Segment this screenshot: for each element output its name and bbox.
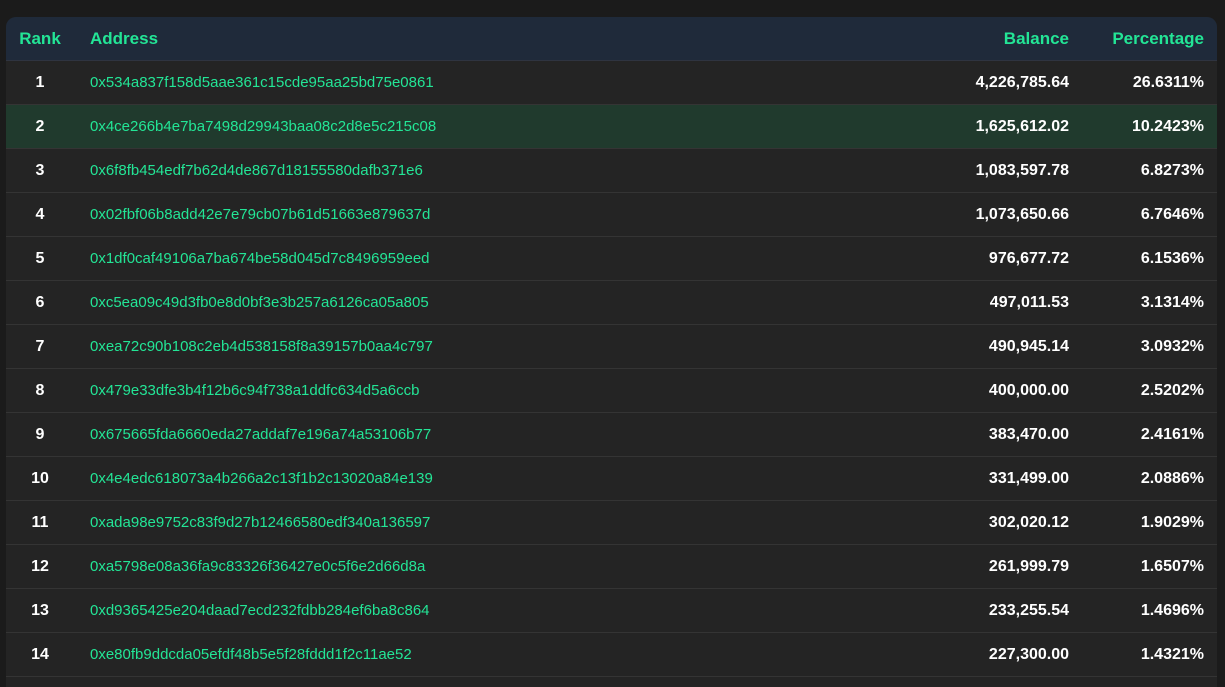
row-balance: 331,499.00: [988, 469, 1069, 487]
table-row: 10 0x4e4edc618073a4b266a2c13f1b2c13020a8…: [6, 457, 1217, 501]
table-row-highlighted: 2 0x4ce266b4e7ba7498d29943baa08c2d8e5c21…: [6, 105, 1217, 149]
header-balance[interactable]: Balance: [869, 29, 1069, 49]
table-row: 12 0xa5798e08a36fa9c83326f36427e0c5f6e2d…: [6, 545, 1217, 589]
row-address-link[interactable]: 0x02fbf06b8add42e7e79cb07b61d51663e87963…: [74, 206, 869, 223]
row-percentage: 1.4321%: [1140, 645, 1204, 663]
row-address-link[interactable]: 0x4ce266b4e7ba7498d29943baa08c2d8e5c215c…: [74, 118, 869, 135]
row-address-link[interactable]: 0x1df0caf49106a7ba674be58d045d7c8496959e…: [74, 250, 869, 267]
row-balance: 1,625,612.02: [975, 117, 1069, 135]
row-percentage: 3.1314%: [1140, 293, 1204, 311]
row-address-link[interactable]: 0xe80fb9ddcda05efdf48b5e5f28fddd1f2c11ae…: [74, 646, 869, 663]
row-rank: 9: [35, 425, 45, 443]
row-percentage: 26.6311%: [1132, 73, 1204, 91]
table-row: 5 0x1df0caf49106a7ba674be58d045d7c849695…: [6, 237, 1217, 281]
row-address-link[interactable]: 0xd9365425e204daad7ecd232fdbb284ef6ba8c8…: [74, 602, 869, 619]
table-row: 6 0xc5ea09c49d3fb0e8d0bf3e3b257a6126ca05…: [6, 281, 1217, 325]
row-percentage: 6.8273%: [1140, 161, 1204, 179]
row-rank: 6: [35, 293, 45, 311]
table-row: 11 0xada98e9752c83f9d27b12466580edf340a1…: [6, 501, 1217, 545]
row-percentage: 2.5202%: [1140, 381, 1204, 399]
row-rank: 3: [35, 161, 45, 179]
holders-table: Rank Address Balance Percentage 1 0x534a…: [6, 17, 1217, 687]
table-row: 14 0xe80fb9ddcda05efdf48b5e5f28fddd1f2c1…: [6, 633, 1217, 677]
row-rank: 12: [31, 557, 49, 575]
table-row: 4 0x02fbf06b8add42e7e79cb07b61d51663e879…: [6, 193, 1217, 237]
row-balance: 976,677.72: [988, 249, 1069, 267]
header-address[interactable]: Address: [74, 29, 869, 49]
header-percentage[interactable]: Percentage: [1069, 29, 1217, 49]
table-row: 1 0x534a837f158d5aae361c15cde95aa25bd75e…: [6, 61, 1217, 105]
row-rank: 5: [35, 249, 45, 267]
row-address-link[interactable]: 0xea72c90b108c2eb4d538158f8a39157b0aa4c7…: [74, 338, 869, 355]
row-balance: 383,470.00: [988, 425, 1069, 443]
row-rank: 14: [31, 645, 49, 663]
row-rank: 13: [31, 601, 49, 619]
row-percentage: 1.4696%: [1140, 601, 1204, 619]
table-row: 9 0x675665fda6660eda27addaf7e196a74a5310…: [6, 413, 1217, 457]
row-rank: 8: [35, 381, 45, 399]
row-address-link[interactable]: 0x675665fda6660eda27addaf7e196a74a53106b…: [74, 426, 869, 443]
row-percentage: 10.2423%: [1131, 117, 1204, 135]
row-address-link[interactable]: 0x479e33dfe3b4f12b6c94f738a1ddfc634d5a6c…: [74, 382, 869, 399]
row-address-link[interactable]: 0x534a837f158d5aae361c15cde95aa25bd75e08…: [74, 74, 869, 91]
row-address-link[interactable]: 0xada98e9752c83f9d27b12466580edf340a1365…: [74, 514, 869, 531]
row-balance: 497,011.53: [989, 293, 1069, 311]
row-rank: 1: [35, 73, 45, 91]
table-row: 3 0x6f8fb454edf7b62d4de867d18155580dafb3…: [6, 149, 1217, 193]
row-rank: 2: [35, 117, 45, 135]
row-rank: 10: [31, 469, 49, 487]
row-rank: 7: [35, 337, 45, 355]
row-balance: 261,999.79: [988, 557, 1069, 575]
row-rank: 4: [35, 205, 45, 223]
row-balance: 1,083,597.78: [975, 161, 1069, 179]
row-balance: 4,226,785.64: [975, 73, 1069, 91]
row-percentage: 6.1536%: [1140, 249, 1204, 267]
row-address-link[interactable]: 0x4e4edc618073a4b266a2c13f1b2c13020a84e1…: [74, 470, 869, 487]
row-balance: 227,300.00: [988, 645, 1069, 663]
row-balance: 1,073,650.66: [975, 205, 1069, 223]
row-balance: 233,255.54: [988, 601, 1069, 619]
row-balance: 400,000.00: [988, 381, 1069, 399]
row-percentage: 2.4161%: [1140, 425, 1204, 443]
row-balance: 490,945.14: [988, 337, 1069, 355]
row-percentage: 1.6507%: [1140, 557, 1204, 575]
row-percentage: 3.0932%: [1140, 337, 1204, 355]
header-rank[interactable]: Rank: [6, 29, 74, 49]
row-percentage: 6.7646%: [1140, 205, 1204, 223]
table-row: 7 0xea72c90b108c2eb4d538158f8a39157b0aa4…: [6, 325, 1217, 369]
row-address-link[interactable]: 0xc5ea09c49d3fb0e8d0bf3e3b257a6126ca05a8…: [74, 294, 869, 311]
table-row: 8 0x479e33dfe3b4f12b6c94f738a1ddfc634d5a…: [6, 369, 1217, 413]
row-balance: 302,020.12: [988, 513, 1069, 531]
table-header: Rank Address Balance Percentage: [6, 17, 1217, 61]
row-address-link[interactable]: 0x6f8fb454edf7b62d4de867d18155580dafb371…: [74, 162, 869, 179]
table-row: 13 0xd9365425e204daad7ecd232fdbb284ef6ba…: [6, 589, 1217, 633]
row-percentage: 1.9029%: [1140, 513, 1204, 531]
row-rank: 11: [31, 513, 49, 531]
row-percentage: 2.0886%: [1140, 469, 1204, 487]
row-address-link[interactable]: 0xa5798e08a36fa9c83326f36427e0c5f6e2d66d…: [74, 558, 869, 575]
